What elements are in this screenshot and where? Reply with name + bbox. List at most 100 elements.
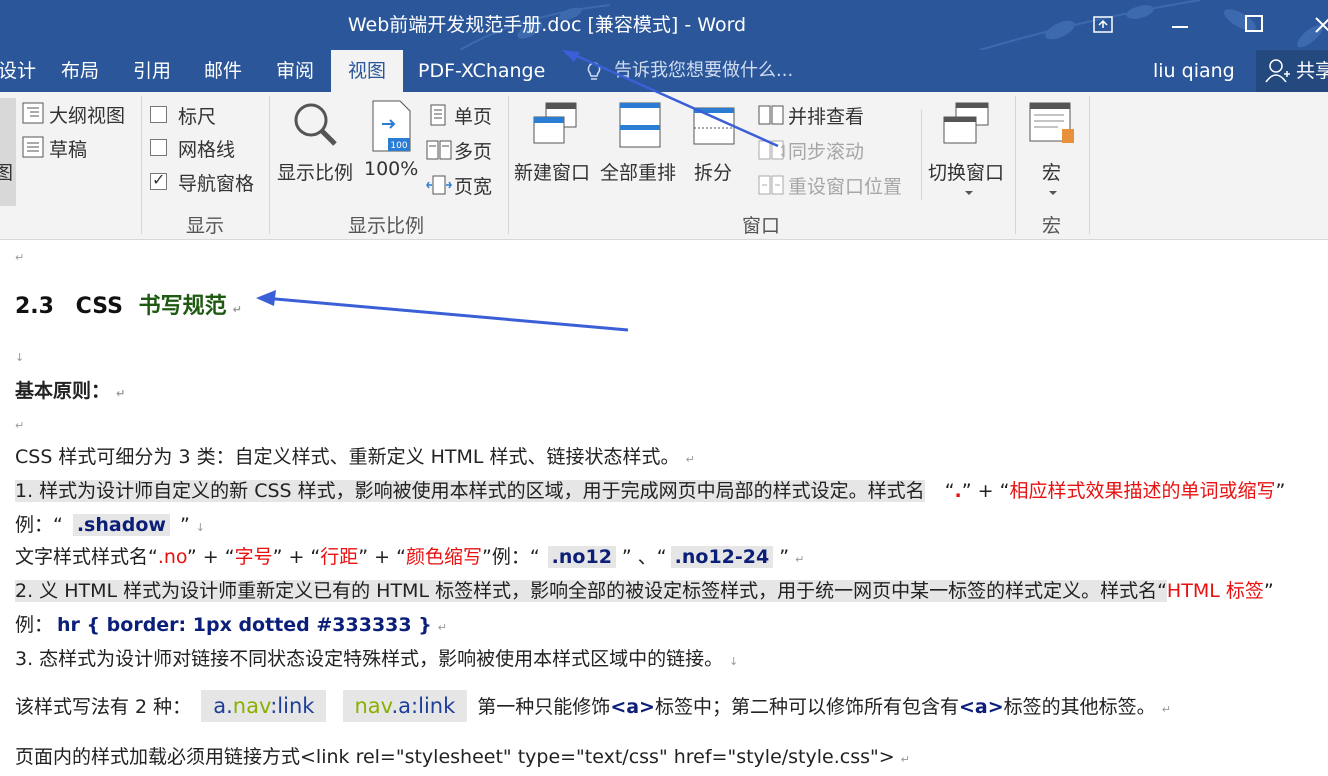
split-icon (693, 107, 735, 145)
multi-page-button[interactable]: 多页 (426, 137, 501, 165)
tab-layout[interactable]: 布局 (53, 50, 107, 92)
tab-references[interactable]: 引用 (125, 50, 179, 92)
separator (141, 96, 142, 234)
restore-icon (1093, 16, 1113, 33)
reset-window-position-label: 重设窗口位置 (788, 176, 903, 198)
multi-page-label: 多页 (454, 141, 493, 163)
arrange-all-label: 全部重排 (600, 162, 677, 184)
sync-scroll-button[interactable]: 同步滚动 (758, 137, 878, 165)
macros-label: 宏 (1042, 162, 1062, 184)
chevron-down-icon (1049, 191, 1057, 195)
paragraph: 2. 义 HTML 样式为设计师重新定义已有的 HTML 标签样式，影响全部的被… (15, 580, 1274, 602)
chevron-down-icon (965, 191, 973, 195)
new-window-icon (533, 102, 577, 144)
nav-pane-checkbox[interactable]: 导航窗格 (148, 169, 263, 197)
outline-view-button[interactable]: 大纲视图 (20, 100, 135, 128)
side-by-side-icon (758, 105, 784, 125)
gridlines-label: 网格线 (178, 139, 236, 161)
heading-number: 2.3 (15, 294, 54, 319)
ruler-label: 标尺 (178, 106, 217, 128)
paragraph: CSS 样式可细分为 3 类：自定义样式、重新定义 HTML 样式、链接状态样式… (15, 446, 695, 468)
side-by-side-button[interactable]: 并排查看 (758, 102, 878, 130)
separator (269, 96, 270, 234)
empty-paragraph: ↓ (15, 351, 25, 364)
outline-view-icon (22, 102, 44, 124)
reset-window-position-button[interactable]: 重设窗口位置 (758, 172, 918, 200)
tell-me-placeholder: 告诉我您想要做什么... (614, 60, 794, 81)
tell-me-box[interactable]: 告诉我您想要做什么... (584, 50, 793, 92)
close-icon (1315, 17, 1328, 33)
ribbon: 图 大纲视图 草稿 标尺 网格线 导航窗格 显示 显示比例 (0, 92, 1328, 240)
paragraph: 例： hr { border: 1px dotted #333333 } ↵ (15, 614, 447, 636)
ruler-checkbox[interactable]: 标尺 (148, 102, 258, 130)
paragraph: 页面内的样式加载必须用链接方式<link rel="stylesheet" ty… (15, 746, 910, 768)
paragraph: 3. 态样式为设计师对链接不同状态设定特殊样式，影响被使用本样式区域中的链接。 ↓ (15, 648, 739, 670)
zoom-label: 显示比例 (277, 162, 354, 184)
heading-css: CSS (75, 294, 123, 319)
user-name[interactable]: liu qiang (1153, 50, 1235, 92)
paragraph: 例：“ .shadow” ↓ (15, 514, 205, 536)
empty-paragraph: ↵ (15, 419, 25, 432)
macros-button[interactable]: 宏 (1020, 98, 1084, 206)
arrange-all-button[interactable]: 全部重排 (598, 98, 682, 190)
tab-mailings[interactable]: 邮件 (196, 50, 250, 92)
arrange-all-icon (619, 102, 661, 148)
draft-button[interactable]: 草稿 (20, 134, 110, 162)
group-label-show: 显示 (186, 215, 225, 237)
paragraph: 该样式写法有 2 种： a.nav:link nav.a:link 第一种只能修… (15, 690, 1171, 722)
separator (1015, 96, 1016, 234)
share-button[interactable]: 共享 (1256, 50, 1328, 92)
zoom-100-label: 100% (364, 158, 419, 180)
document-area[interactable]: ↵ 2.3 CSS 书写规范 ↵ ↓ 基本原则： ↵ ↵ CSS 样式可细分为 3 … (0, 240, 1328, 776)
minimize-icon (1172, 26, 1188, 28)
ribbon-tabs: 设计 布局 引用 邮件 审阅 视图 PDF-XChange 告诉我您想要做什么.… (0, 50, 1328, 92)
split-button[interactable]: 拆分 (686, 98, 742, 190)
tab-review[interactable]: 审阅 (268, 50, 322, 92)
new-window-label: 新建窗口 (514, 162, 591, 184)
draft-label: 草稿 (49, 139, 88, 161)
paragraph: 1. 样式为设计师自定义的新 CSS 样式，影响被使用本样式的区域，用于完成网页… (15, 480, 1286, 502)
lightbulb-icon (587, 62, 601, 80)
restore-ribbon-button[interactable] (1072, 0, 1132, 50)
split-label: 拆分 (694, 162, 733, 184)
gridlines-checkbox[interactable]: 网格线 (148, 135, 258, 163)
sync-scroll-label: 同步滚动 (788, 141, 865, 163)
group-label-zoom: 显示比例 (348, 215, 425, 237)
switch-windows-button[interactable]: 切换窗口 (926, 98, 1010, 206)
code-sample-2: nav.a:link (342, 690, 468, 722)
tab-pdf-xchange[interactable]: PDF-XChange (410, 50, 553, 92)
zoom-magnifier-icon (294, 103, 337, 146)
switch-windows-label: 切换窗口 (928, 162, 1005, 184)
zoom-100-button[interactable]: 100 100% (362, 98, 420, 190)
draft-icon (22, 136, 44, 158)
gridlines-check (150, 139, 167, 156)
minimize-button[interactable] (1150, 0, 1210, 50)
switch-windows-icon (943, 102, 989, 144)
read-mode-button[interactable]: 图 (0, 98, 16, 206)
zoom-button[interactable]: 显示比例 (274, 98, 360, 190)
close-button[interactable] (1296, 0, 1328, 50)
maximize-icon (1245, 15, 1263, 32)
zoom-100-icon: 100 (372, 100, 411, 152)
group-label-window: 窗口 (742, 215, 781, 237)
page-width-button[interactable]: 页宽 (426, 172, 501, 200)
window-title: Web前端开发规范手册.doc [兼容模式] - Word (347, 14, 747, 36)
user-icon (1265, 59, 1290, 83)
tab-view[interactable]: 视图 (331, 50, 403, 92)
maximize-button[interactable] (1225, 0, 1285, 50)
ruler-check (150, 106, 167, 123)
group-label-macros: 宏 (1042, 215, 1062, 237)
one-page-icon (430, 104, 446, 126)
macros-icon (1029, 102, 1074, 143)
paragraph: 文字样式样式名“.no” + “字号” + “行距” + “颜色缩写”例：“ .n… (15, 546, 805, 568)
new-window-button[interactable]: 新建窗口 (512, 98, 596, 190)
section-heading: 2.3 CSS 书写规范 ↵ (15, 294, 242, 319)
tab-design[interactable]: 设计 (0, 50, 44, 92)
nav-pane-label: 导航窗格 (178, 173, 255, 195)
zoom-100-icon-text: 100 (390, 141, 407, 151)
empty-paragraph: ↵ (15, 251, 25, 264)
one-page-button[interactable]: 单页 (426, 102, 501, 130)
heading-chinese: 书写规范 (138, 294, 227, 319)
reset-window-icon (758, 175, 784, 195)
page-width-label: 页宽 (454, 176, 493, 198)
